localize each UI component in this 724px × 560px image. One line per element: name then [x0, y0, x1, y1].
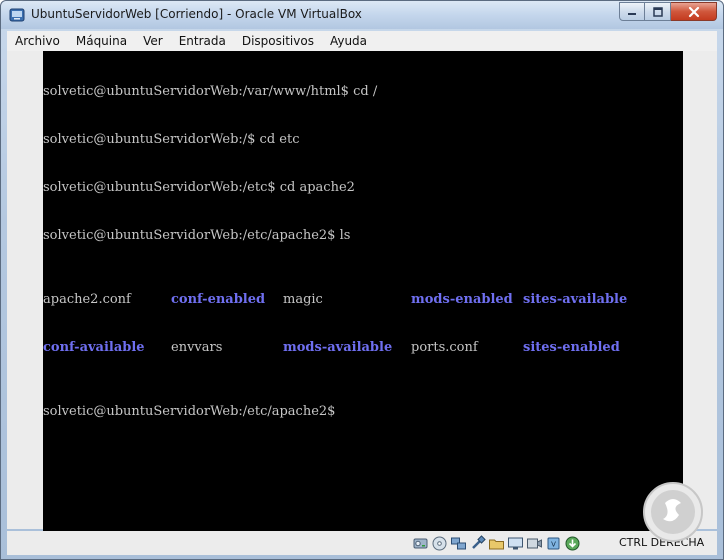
terminal-output: solvetic@ubuntuServidorWeb:/var/www/html…: [43, 52, 627, 452]
title-bar[interactable]: UbuntuServidorWeb [Corriendo] - Oracle V…: [1, 1, 723, 29]
ls-entry: conf-enabled: [171, 292, 266, 307]
close-icon: [688, 6, 699, 17]
menu-dispositivos[interactable]: Dispositivos: [234, 31, 322, 51]
ls-entry: sites-available: [523, 292, 628, 307]
ls-entry: envvars: [171, 340, 223, 355]
maximize-button[interactable]: [645, 2, 671, 21]
ls-entry: sites-enabled: [523, 340, 620, 355]
cpu-icon[interactable]: V: [545, 535, 562, 552]
terminal-line: solvetic@ubuntuServidorWeb:/etc/apache2$…: [43, 228, 351, 243]
menu-archivo[interactable]: Archivo: [7, 31, 68, 51]
ls-entry: conf-available: [43, 340, 145, 355]
svg-text:V: V: [551, 540, 556, 548]
virtualbox-app-icon: [9, 7, 25, 23]
virtualbox-window: UbuntuServidorWeb [Corriendo] - Oracle V…: [0, 0, 724, 560]
minimize-button[interactable]: [619, 2, 645, 21]
video-capture-icon[interactable]: [526, 535, 543, 552]
ls-entry: ports.conf: [411, 340, 478, 355]
usb-icon[interactable]: [469, 534, 486, 552]
menu-ver[interactable]: Ver: [135, 31, 171, 51]
ls-output-row: conf-available envvars mods-available po…: [43, 340, 620, 356]
menu-ayuda[interactable]: Ayuda: [322, 31, 375, 51]
terminal-line: solvetic@ubuntuServidorWeb:/etc$ cd apac…: [43, 180, 355, 195]
vm-display-area: solvetic@ubuntuServidorWeb:/var/www/html…: [7, 51, 717, 531]
ls-output-row: apache2.conf conf-enabled magic mods-ena…: [43, 292, 627, 308]
close-button[interactable]: [671, 2, 717, 21]
window-title: UbuntuServidorWeb [Corriendo] - Oracle V…: [31, 7, 362, 21]
ls-entry: apache2.conf: [43, 292, 131, 307]
status-bar: V CTRL DERECHA: [7, 531, 717, 555]
maximize-icon: [652, 6, 663, 17]
display-icon[interactable]: [507, 535, 524, 552]
ls-entry: mods-enabled: [411, 292, 513, 307]
hard-disk-icon[interactable]: [412, 535, 429, 552]
shared-folders-icon[interactable]: [488, 535, 505, 552]
ls-entry: mods-available: [283, 340, 393, 355]
ls-entry: magic: [283, 292, 323, 307]
mouse-integration-icon[interactable]: [564, 535, 581, 552]
terminal-prompt: solvetic@ubuntuServidorWeb:/etc/apache2$: [43, 404, 336, 419]
window-controls: [619, 2, 717, 22]
network-icon[interactable]: [450, 535, 467, 552]
menu-entrada[interactable]: Entrada: [171, 31, 234, 51]
menu-maquina[interactable]: Máquina: [68, 31, 135, 51]
minimize-icon: [628, 12, 636, 15]
optical-drive-icon[interactable]: [431, 535, 448, 552]
terminal-line: solvetic@ubuntuServidorWeb:/$ cd etc: [43, 132, 300, 147]
device-status-icons: V: [412, 534, 583, 552]
guest-screen[interactable]: solvetic@ubuntuServidorWeb:/var/www/html…: [43, 51, 683, 531]
solvetic-watermark-logo: [641, 481, 705, 543]
terminal-line: solvetic@ubuntuServidorWeb:/var/www/html…: [43, 84, 378, 99]
menu-bar: Archivo Máquina Ver Entrada Dispositivos…: [7, 31, 717, 51]
